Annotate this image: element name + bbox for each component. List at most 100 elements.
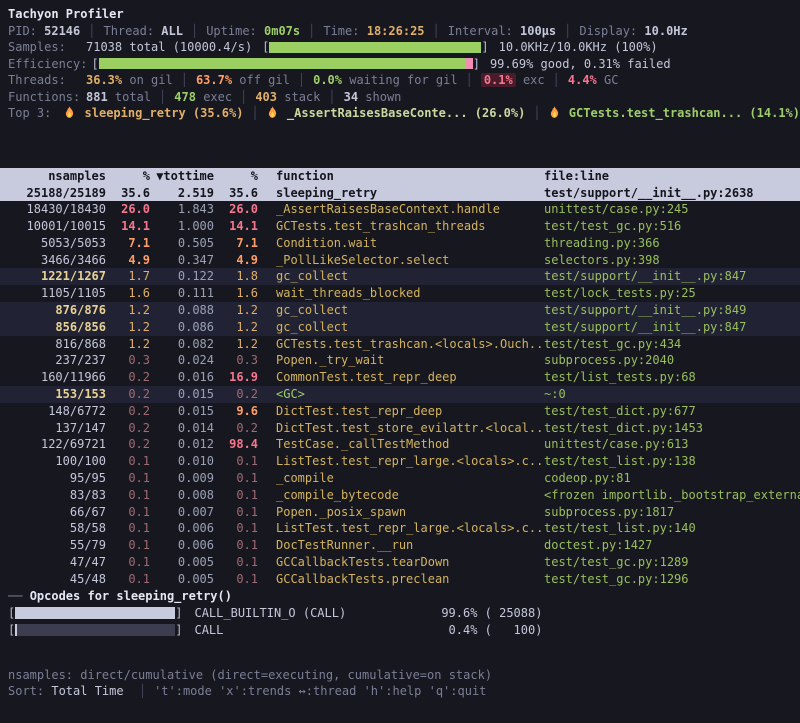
table-row[interactable]: 856/8561.20.0861.2gc_collecttest/support…	[0, 319, 800, 336]
opcode-bar-fill	[15, 624, 17, 636]
cell-tottime: 0.012	[150, 436, 214, 453]
opcode-bar-close-bracket: ]	[175, 623, 182, 637]
table-row[interactable]: 148/67720.20.0159.6DictTest.test_repr_de…	[0, 403, 800, 420]
thread-stat-exc-label: exc	[516, 73, 545, 87]
cell-direct-pct: 0.1	[106, 504, 150, 521]
table-row[interactable]: 816/8681.20.0821.2GCTests.test_trashcan.…	[0, 336, 800, 353]
separator: │	[328, 89, 335, 106]
cell-file: test/support/__init__.py:847	[542, 319, 800, 336]
table-row[interactable]: 55/790.10.0060.1DocTestRunner.__rundocte…	[0, 537, 800, 554]
trend-spacer	[8, 122, 800, 168]
table-row[interactable]: 237/2370.30.0240.3Popen._try_waitsubproc…	[0, 352, 800, 369]
status-interval-value: 100µs	[520, 24, 556, 38]
thread-stat-exc-value: 0.1%	[481, 73, 516, 87]
table-row[interactable]: 1221/12671.70.1221.8gc_collecttest/suppo…	[0, 268, 800, 285]
cell-file: test/test_gc.py:516	[542, 218, 800, 235]
table-row[interactable]: 66/670.10.0070.1Popen._posix_spawnsubpro…	[0, 504, 800, 521]
table-row[interactable]: 58/580.10.0060.1ListTest.test_repr_large…	[0, 520, 800, 537]
functions-segments: 881 total│478 exec│403 stack│34 shown	[86, 89, 401, 106]
samples-rate: 10.0KHz/10.0KHz (100%)	[499, 39, 658, 56]
col-header-nsamples[interactable]: nsamples	[8, 168, 106, 185]
table-row[interactable]: 153/1530.20.0150.2<GC>~:0	[0, 386, 800, 403]
thread-stat-waiting-gil-value: 0.0%	[313, 73, 342, 87]
separator: │	[533, 105, 540, 122]
efficiency-bar-close-bracket: ]	[473, 56, 480, 73]
top3-name: GCTests.test_trashcan... (14.1%)	[562, 106, 800, 120]
cell-cum-pct: 0.3	[214, 352, 258, 369]
table-row[interactable]: 5053/50537.10.5057.1Condition.waitthread…	[0, 235, 800, 252]
top3-item: GCTests.test_trashcan... (14.1%)	[549, 105, 800, 122]
table-row[interactable]: 876/8761.20.0881.2gc_collecttest/support…	[0, 302, 800, 319]
opcode-row: []CALL_BUILTIN_O (CALL)99.6% ( 25088)	[8, 605, 800, 622]
table-row[interactable]: 45/480.10.0050.1GCCallbackTests.preclean…	[0, 571, 800, 588]
cell-nsamples: 148/6772	[8, 403, 106, 420]
efficiency-bar-good	[99, 58, 466, 69]
cell-tottime: 2.519	[150, 185, 214, 202]
status-pid-value: 52146	[44, 24, 80, 38]
table-row[interactable]: 95/950.10.0090.1_compilecodeop.py:81	[0, 470, 800, 487]
col-header-cum-pct[interactable]: %	[214, 168, 258, 185]
efficiency-bar	[99, 58, 473, 69]
cell-nsamples: 47/47	[8, 554, 106, 571]
flame-icon	[64, 106, 75, 119]
thread-stat-exc: 0.1% exc	[481, 72, 545, 89]
table-row[interactable]: 83/830.10.0080.1_compile_bytecode<frozen…	[0, 487, 800, 504]
efficiency-summary: 99.69% good, 0.31% failed	[490, 56, 671, 73]
cell-function: Popen._try_wait	[274, 352, 542, 369]
cell-cum-pct: 1.2	[214, 319, 258, 336]
cell-direct-pct: 7.1	[106, 235, 150, 252]
col-header-file[interactable]: file:line	[542, 168, 800, 185]
cell-nsamples: 3466/3466	[8, 252, 106, 269]
samples-total: 71038 total (10000.4/s)	[86, 39, 252, 56]
opcode-bar-open-bracket: [	[8, 606, 15, 620]
app-title: Tachyon Profiler	[8, 6, 800, 23]
cell-function: TestCase._callTestMethod	[274, 436, 542, 453]
cell-file: subprocess.py:2040	[542, 352, 800, 369]
opcode-name: CALL	[194, 623, 422, 637]
separator: │	[191, 23, 198, 40]
thread-stat-off-gil-label: off gil	[232, 73, 290, 87]
table-row[interactable]: 1105/11051.60.1111.6wait_threads_blocked…	[0, 285, 800, 302]
cell-nsamples: 122/69721	[8, 436, 106, 453]
footer-separator: │	[139, 683, 146, 700]
table-row[interactable]: 100/1000.10.0100.1ListTest.test_repr_lar…	[0, 453, 800, 470]
cell-cum-pct: 0.1	[214, 470, 258, 487]
table-row[interactable]: 3466/34664.90.3474.9_PollLikeSelector.se…	[0, 252, 800, 269]
opcode-value: 0.4% ( 100)	[422, 623, 542, 637]
opcode-bar	[15, 624, 175, 636]
cell-nsamples: 66/67	[8, 504, 106, 521]
functions-stat-exec-value: 478	[174, 90, 196, 104]
thread-stat-waiting-gil-label: waiting for gil	[342, 73, 458, 87]
cell-direct-pct: 0.3	[106, 352, 150, 369]
sort-label: Sort:	[8, 683, 44, 700]
functions-stat-shown-label: shown	[358, 90, 401, 104]
col-header-function[interactable]: function	[274, 168, 542, 185]
cell-cum-pct: 98.4	[214, 436, 258, 453]
table-row[interactable]: 47/470.10.0050.1GCCallbackTests.tearDown…	[0, 554, 800, 571]
cell-tottime: 1.000	[150, 218, 214, 235]
cell-function: DictTest.test_store_evilattr.<local...	[274, 420, 542, 437]
cell-function: ListTest.test_repr_large.<locals>.c...	[274, 520, 542, 537]
status-display-value: 10.0Hz	[644, 24, 687, 38]
cell-file: test/lock_tests.py:25	[542, 285, 800, 302]
cell-function: DictTest.test_repr_deep	[274, 403, 542, 420]
table-row[interactable]: 18430/1843026.01.84326.0_AssertRaisesBas…	[0, 201, 800, 218]
table-row[interactable]: 137/1470.20.0140.2DictTest.test_store_ev…	[0, 420, 800, 437]
table-row[interactable]: 160/119660.20.01616.9CommonTest.test_rep…	[0, 369, 800, 386]
table-row[interactable]: 10001/1001514.11.00014.1GCTests.test_tra…	[0, 218, 800, 235]
opcode-value: 99.6% ( 25088)	[422, 606, 542, 620]
opcode-bar	[15, 607, 175, 619]
thread-stat-gc-value: 4.4%	[568, 73, 597, 87]
cell-function: sleeping_retry	[274, 185, 542, 202]
sort-value: Total Time	[44, 683, 131, 700]
table-row[interactable]: 122/697210.20.01298.4TestCase._callTestM…	[0, 436, 800, 453]
top3-name: _AssertRaisesBaseConte... (26.0%)	[280, 106, 526, 120]
col-header-tottime[interactable]: ▼tottime	[150, 168, 214, 185]
cell-cum-pct: 7.1	[214, 235, 258, 252]
table-row[interactable]: 25188/2518935.62.51935.6sleeping_retryte…	[0, 185, 800, 202]
thread-stat-on-gil: 36.3% on gil	[86, 72, 173, 89]
functions-stat-stack: 403 stack	[255, 89, 320, 106]
cell-tottime: 0.505	[150, 235, 214, 252]
functions-stat-shown-value: 34	[344, 90, 358, 104]
col-header-direct-pct[interactable]: %	[106, 168, 150, 185]
